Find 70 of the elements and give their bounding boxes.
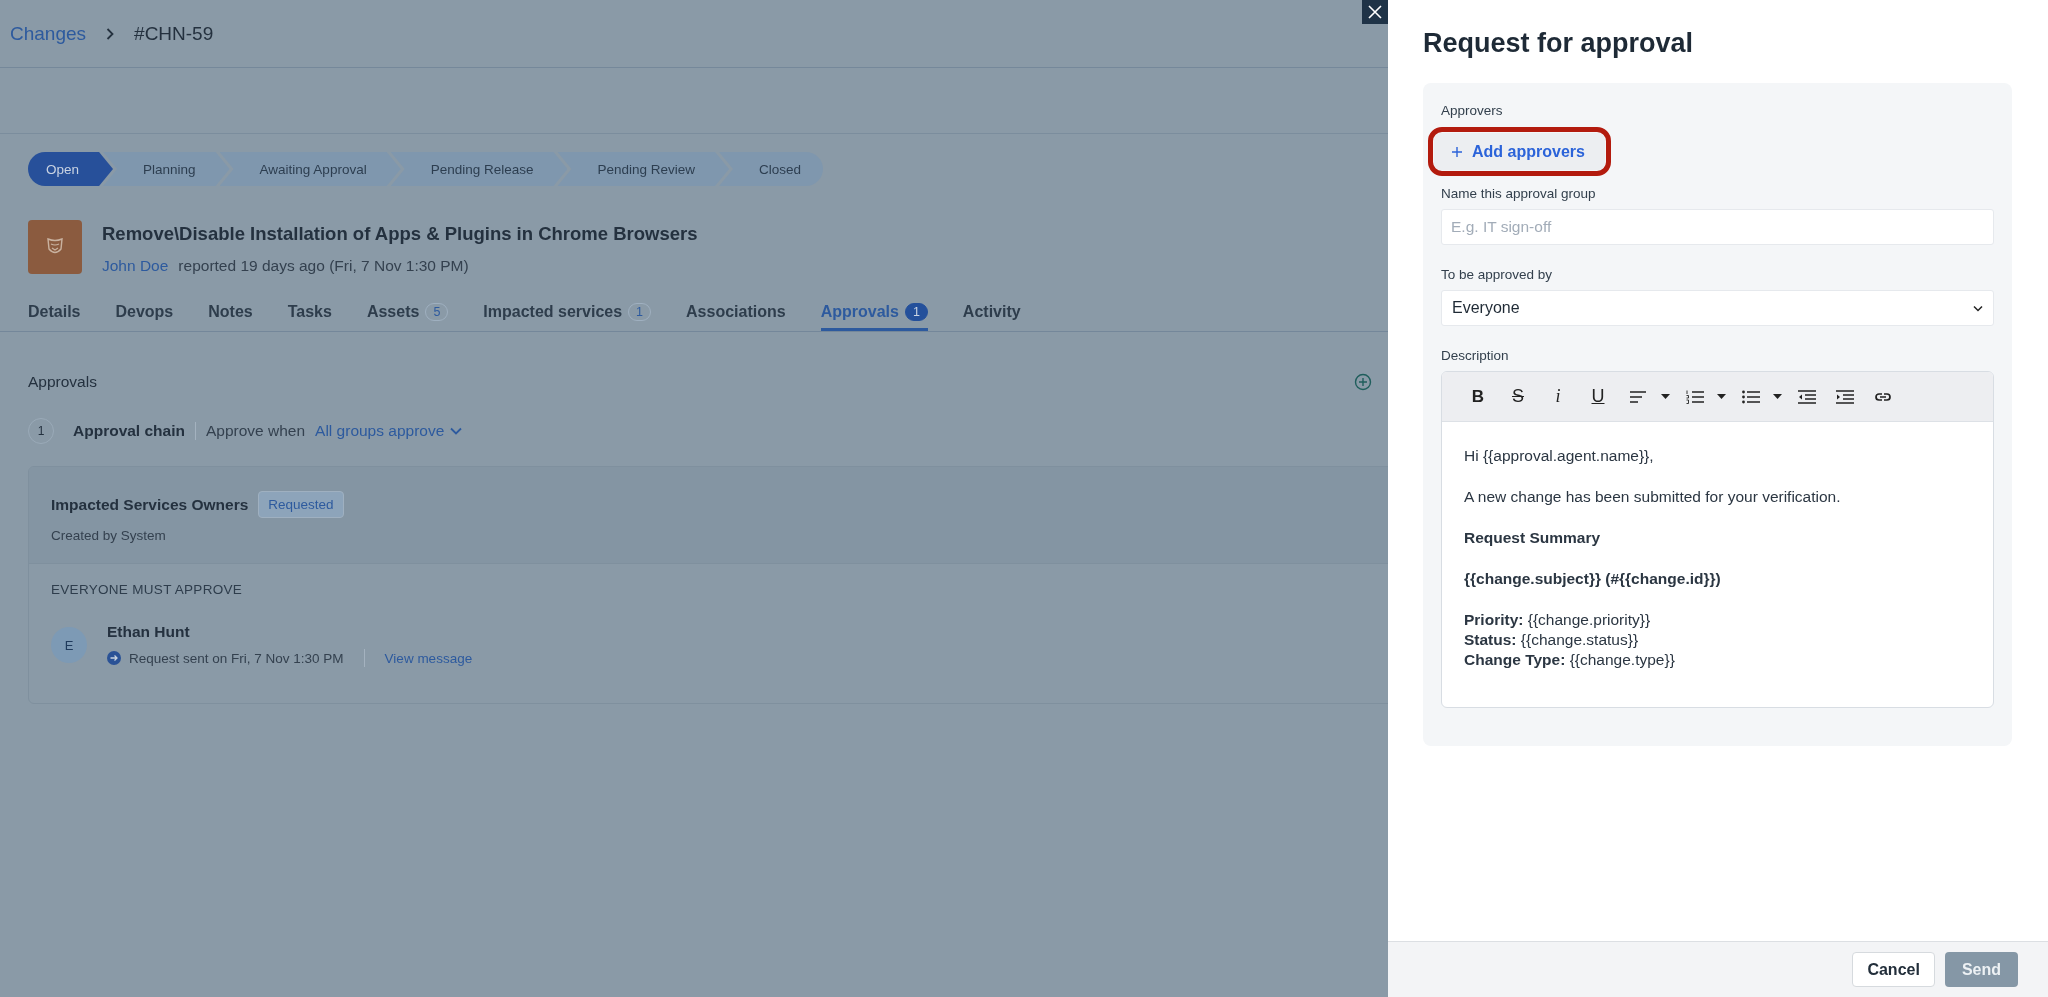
rich-text-editor[interactable]: [1441, 371, 1994, 708]
outdent-icon: [1798, 389, 1816, 404]
bold-button[interactable]: B: [1460, 381, 1496, 412]
text-line: Change Type: {{change.type}}: [1464, 650, 1676, 670]
breadcrumb-link[interactable]: Changes: [10, 22, 87, 45]
tab[interactable]: Devops: [115, 295, 174, 331]
status-step[interactable]: Awaiting Approval: [219, 152, 401, 186]
underline-button[interactable]: U: [1580, 381, 1616, 412]
tab[interactable]: Associations: [686, 295, 786, 331]
close-icon: [1368, 5, 1382, 19]
cancel-button[interactable]: Cancel: [1852, 952, 1935, 987]
align-icon: [1630, 389, 1648, 404]
tab[interactable]: Tasks: [287, 295, 332, 331]
reported-time: reported 19 days ago (Fri, 7 Nov 1:30 PM): [178, 257, 469, 275]
status-step[interactable]: Pending Release: [390, 152, 568, 186]
indent-icon: [1836, 389, 1854, 404]
chevron-down-icon: [450, 427, 463, 435]
ticket-title: Remove\Disable Installation of Apps & Plugins in Chrome Browsers: [102, 223, 698, 245]
caret-down-icon: [1716, 394, 1726, 399]
status-step[interactable]: Planning: [103, 152, 230, 186]
caret-down-icon: [1660, 394, 1670, 399]
approval-policy: EVERYONE MUST APPROVE: [51, 582, 244, 597]
add-approvers-button[interactable]: Add approvers: [1434, 133, 1605, 170]
chevron-down-icon: [1973, 304, 1983, 312]
status-tag: Requested: [258, 491, 344, 518]
chain-label: Approval chain: [73, 422, 185, 440]
status-step[interactable]: Closed: [719, 152, 824, 186]
field-label: Approvers: [1441, 103, 1504, 118]
text-line: Status: {{change.status}}: [1464, 630, 1640, 650]
text-line: {{change.subject}} (#{{change.id}}): [1464, 569, 1722, 589]
italic-button[interactable]: i: [1540, 381, 1576, 412]
approval-rule-dropdown[interactable]: All groups approve: [315, 422, 463, 440]
close-button[interactable]: [1362, 0, 1388, 24]
field-label: To be approved by: [1441, 267, 1554, 282]
approved-by-dropdown[interactable]: Everyone: [1441, 290, 1994, 326]
chevron-right-icon: [106, 27, 115, 40]
avatar: E: [51, 627, 87, 663]
status-step[interactable]: Pending Review: [557, 152, 730, 186]
status-step[interactable]: Open: [28, 152, 114, 186]
text-line: A new change has been submitted for your verification.: [1464, 487, 1842, 507]
view-message-link[interactable]: View message: [384, 650, 473, 666]
tab[interactable]: Notes: [208, 295, 253, 331]
tab[interactable]: Assets 5: [366, 295, 449, 331]
bullet-list-icon: [1742, 389, 1760, 404]
approver-name: Ethan Hunt: [107, 623, 191, 641]
count-badge: 1: [904, 302, 928, 321]
group-name-field[interactable]: E.g. IT sign-off: [1441, 209, 1994, 245]
numbered-list-icon: [1686, 389, 1704, 404]
approve-when-label: Approve when: [205, 422, 306, 440]
text-line: Request Summary: [1464, 528, 1602, 548]
text-line: Priority: {{change.priority}}: [1464, 610, 1652, 630]
created-by: Created by System: [51, 528, 167, 543]
strikethrough-button[interactable]: S: [1500, 381, 1536, 412]
tab[interactable]: Activity: [962, 295, 1021, 331]
plus-icon: [1452, 146, 1462, 157]
arrow-right-circle-icon: [107, 651, 121, 665]
panel-title: Request for approval: [1423, 28, 1695, 59]
group-name: Impacted Services Owners: [51, 495, 249, 514]
tab[interactable]: Approvals 1: [820, 295, 928, 331]
section-heading: Approvals: [28, 373, 97, 391]
text-line: Hi {{approval.agent.name}},: [1464, 446, 1655, 466]
field-label: Description: [1441, 348, 1510, 363]
add-circle-icon: [1354, 373, 1372, 391]
request-sent: Request sent on Fri, 7 Nov 1:30 PM: [129, 650, 344, 666]
tab[interactable]: Impacted services 1: [483, 295, 652, 331]
ticket-id: #CHN-59: [134, 22, 214, 45]
caret-down-icon: [1772, 394, 1782, 399]
field-label: Name this approval group: [1441, 186, 1597, 201]
reporter-link[interactable]: John Doe: [102, 257, 169, 275]
tab[interactable]: Details: [28, 295, 81, 331]
